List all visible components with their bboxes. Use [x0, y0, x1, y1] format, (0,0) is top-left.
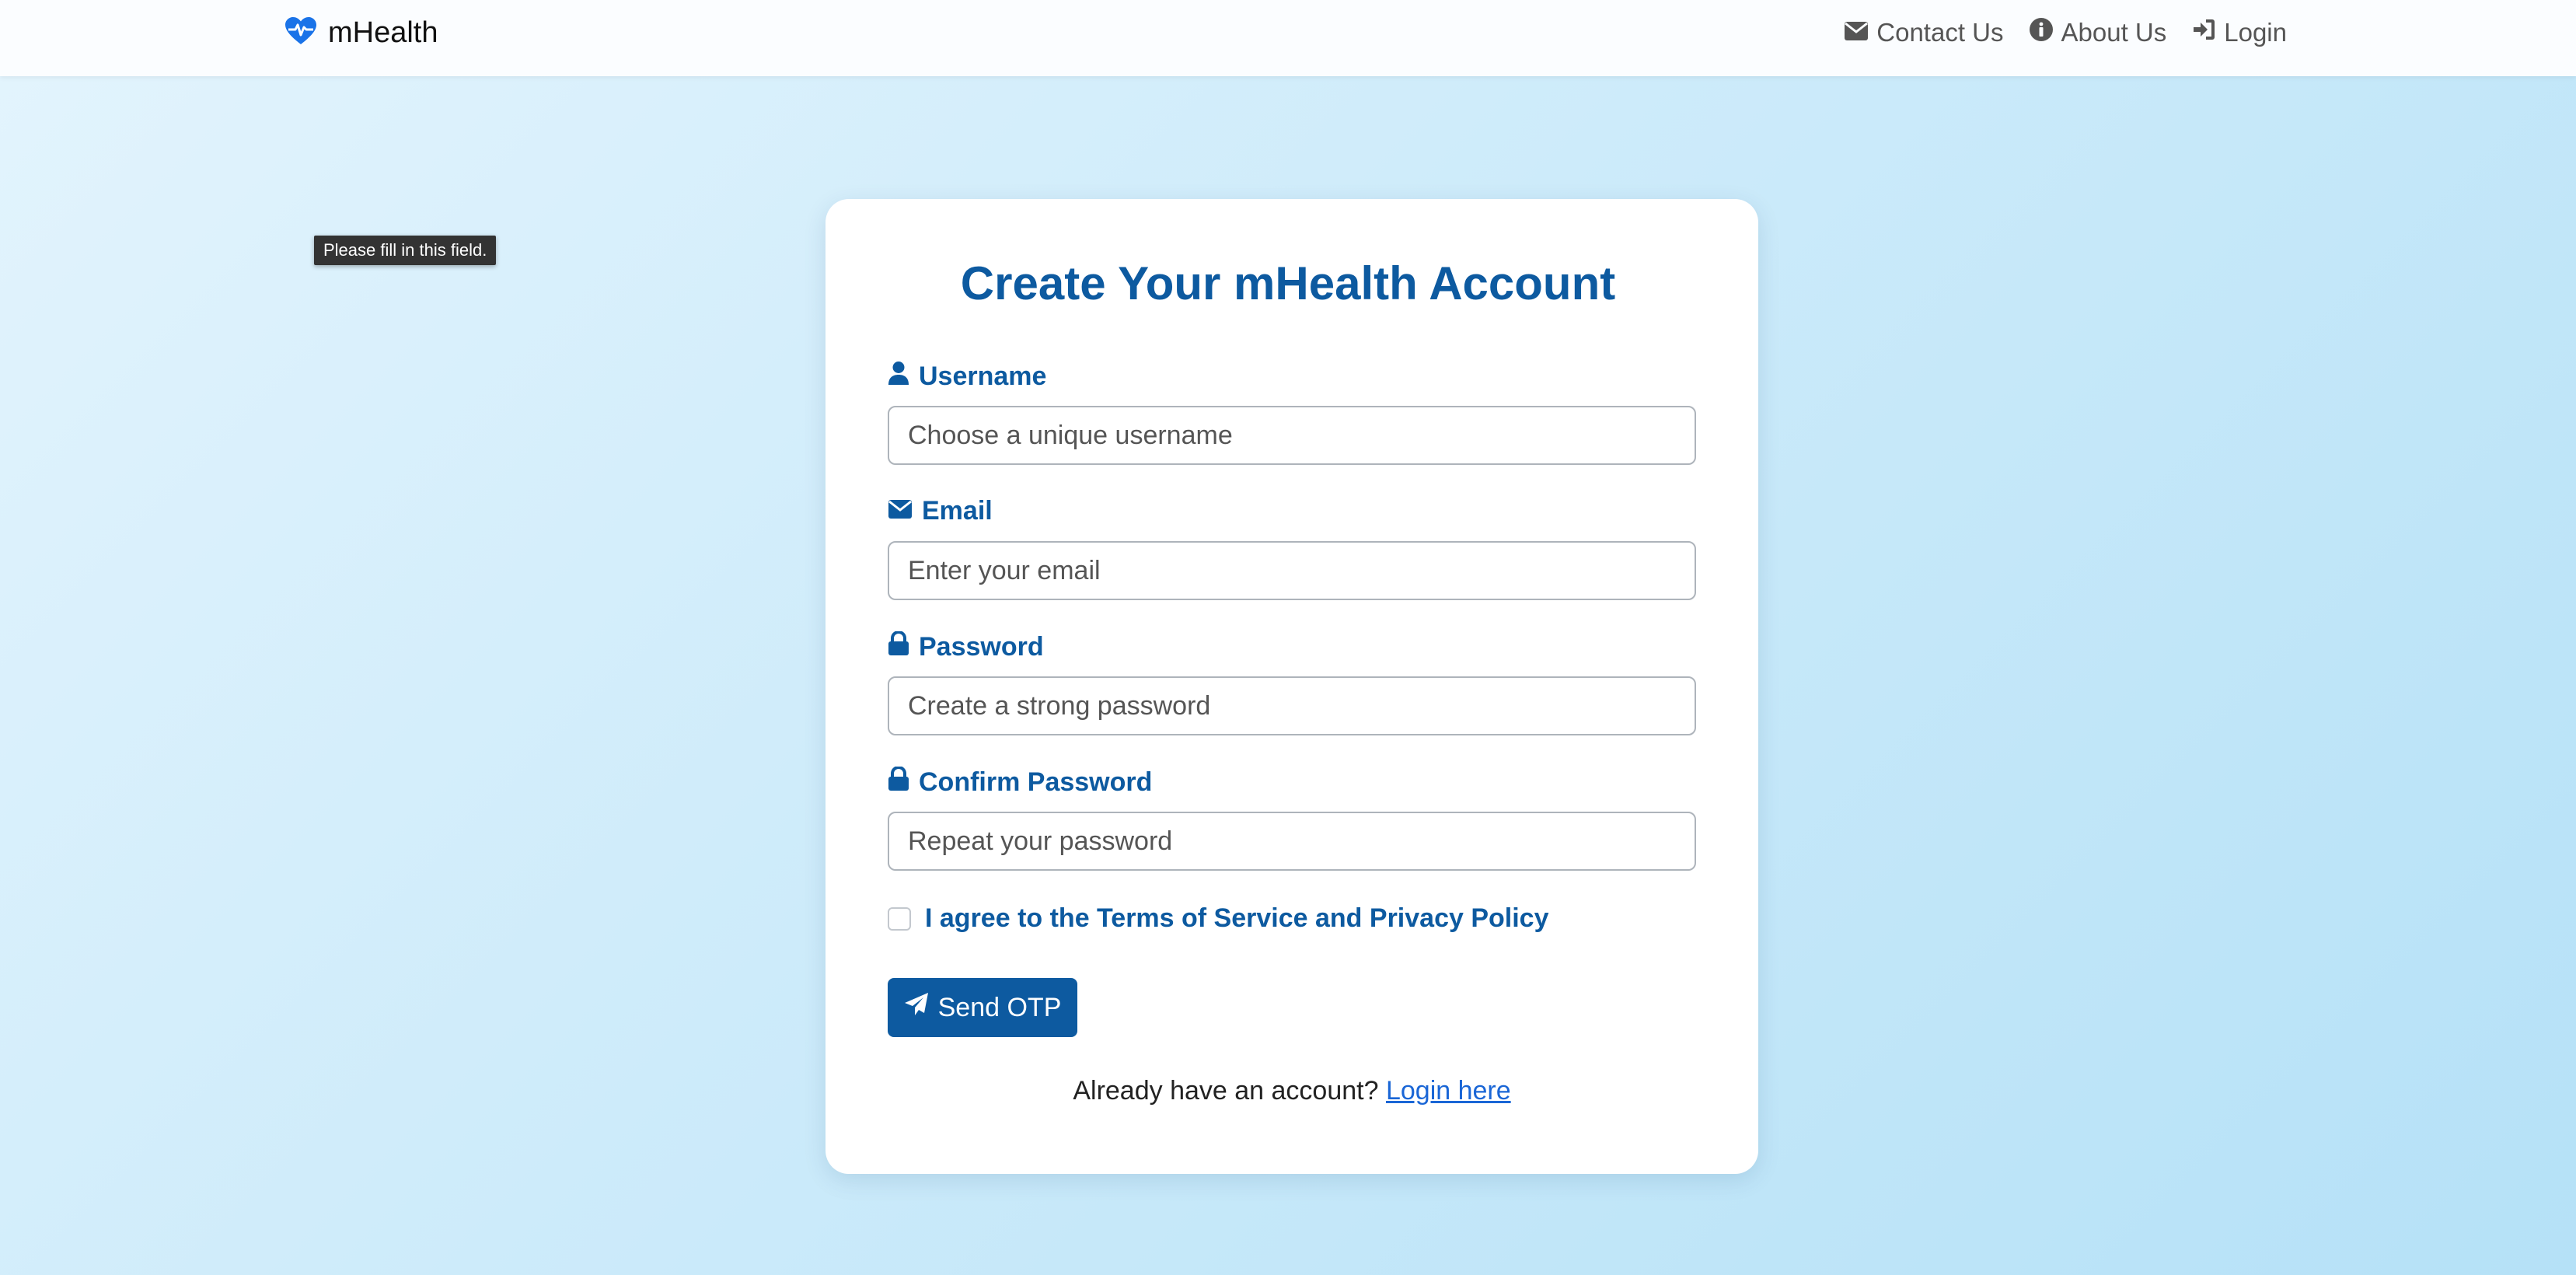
- login-prompt: Already have an account? Login here: [826, 1076, 1758, 1106]
- password-label-text: Password: [919, 632, 1044, 662]
- user-icon: [888, 361, 909, 393]
- nav-about-us[interactable]: About Us: [2029, 17, 2167, 48]
- confirm-password-label: Confirm Password: [888, 766, 1153, 798]
- username-label-text: Username: [919, 362, 1047, 391]
- username-input[interactable]: [888, 406, 1696, 465]
- password-input[interactable]: [888, 676, 1696, 735]
- lock-icon: [888, 766, 909, 798]
- confirm-password-input[interactable]: [888, 812, 1696, 871]
- email-input[interactable]: [888, 541, 1696, 600]
- heartbeat-icon: [284, 16, 317, 50]
- info-circle-icon: [2029, 17, 2054, 48]
- brand-logo-link[interactable]: mHealth: [284, 14, 438, 51]
- sign-in-icon: [2191, 18, 2216, 47]
- nav-contact-us[interactable]: Contact Us: [1844, 18, 2004, 47]
- page-title: Create Your mHealth Account: [960, 257, 1616, 309]
- send-otp-button[interactable]: Send OTP: [888, 978, 1077, 1037]
- username-label: Username: [888, 361, 1046, 393]
- login-prompt-text: Already have an account?: [1073, 1076, 1379, 1106]
- confirm-password-label-text: Confirm Password: [919, 767, 1153, 797]
- terms-label[interactable]: I agree to the Terms of Service and Priv…: [925, 903, 1549, 934]
- nav-links: Contact Us About Us Login: [1844, 14, 2287, 51]
- nav-login-label: Login: [2224, 18, 2287, 47]
- email-label: Email: [888, 496, 993, 526]
- top-navbar: mHealth Contact Us About Us Login: [0, 0, 2576, 76]
- nav-login[interactable]: Login: [2191, 18, 2287, 47]
- email-label-text: Email: [922, 496, 993, 526]
- nav-about-us-label: About Us: [2061, 18, 2167, 47]
- paper-plane-icon: [904, 992, 929, 1024]
- lock-icon: [888, 631, 909, 663]
- password-label: Password: [888, 631, 1044, 663]
- terms-checkbox[interactable]: [888, 906, 911, 931]
- login-here-link[interactable]: Login here: [1386, 1076, 1511, 1106]
- brand-name: mHealth: [328, 16, 438, 49]
- envelope-icon: [1844, 18, 1869, 47]
- terms-agreement: I agree to the Terms of Service and Priv…: [888, 903, 1549, 934]
- nav-contact-us-label: Contact Us: [1876, 18, 2004, 47]
- envelope-icon: [888, 496, 913, 526]
- send-otp-label: Send OTP: [937, 992, 1062, 1022]
